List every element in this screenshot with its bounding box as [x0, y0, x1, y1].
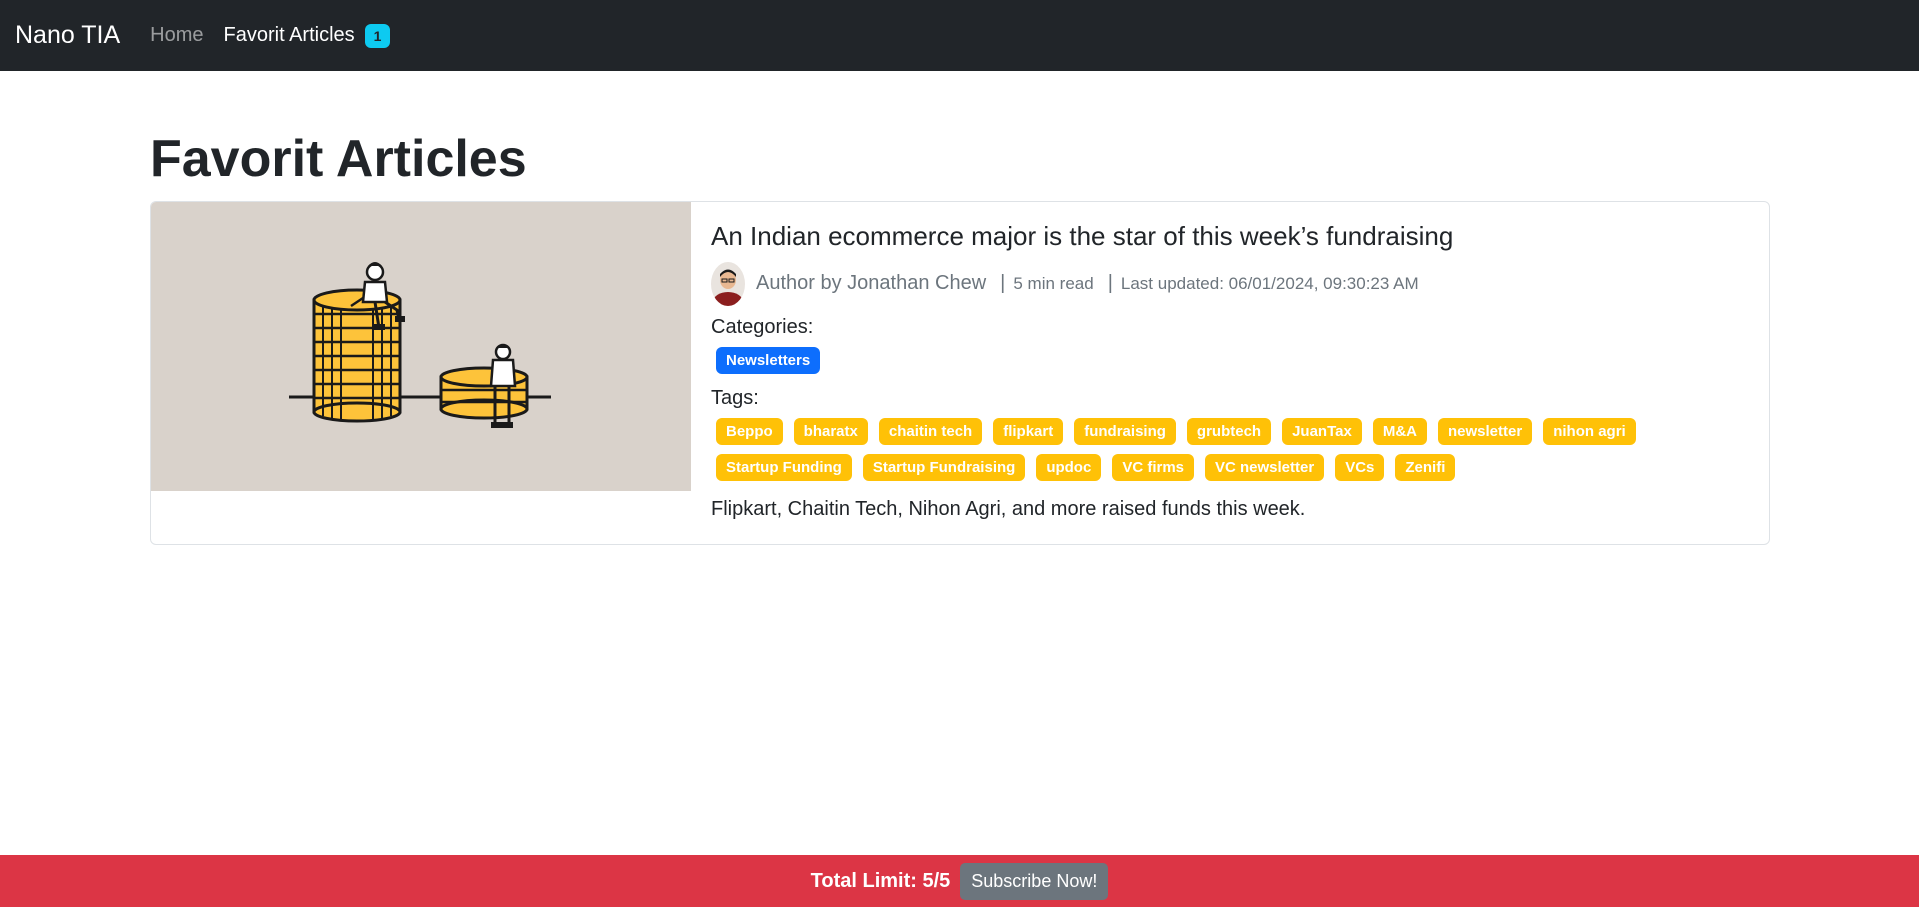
nav-link-favorit-articles[interactable]: Favorit Articles: [224, 24, 355, 47]
categories-list: Newsletters: [711, 344, 1751, 377]
tag-badge[interactable]: fundraising: [1074, 417, 1176, 445]
tag-badge[interactable]: updoc: [1036, 453, 1102, 481]
tags-list: Beppo bharatx chaitin tech flipkart fund…: [711, 415, 1651, 487]
tag-badge[interactable]: JuanTax: [1282, 417, 1362, 445]
brand-link[interactable]: Nano TIA: [15, 21, 120, 50]
article-thumbnail-image[interactable]: [151, 202, 691, 491]
tag-badge[interactable]: chaitin tech: [878, 417, 983, 445]
tag-badge[interactable]: newsletter: [1438, 417, 1533, 445]
tag-badge[interactable]: nihon agri: [1543, 417, 1636, 445]
total-limit-text: Total Limit: 5/5: [810, 869, 951, 892]
tag-badge[interactable]: bharatx: [793, 417, 868, 445]
tag-badge[interactable]: Beppo: [716, 417, 783, 445]
subscribe-button[interactable]: Subscribe Now!: [960, 862, 1109, 900]
limit-footer-bar: Total Limit: 5/5 Subscribe Now!: [0, 855, 1919, 907]
category-badge[interactable]: Newsletters: [716, 346, 821, 374]
meta-separator: |: [1000, 272, 1006, 295]
article-summary: Flipkart, Chaitin Tech, Nihon Agri, and …: [711, 498, 1306, 520]
favorites-count-badge: 1: [364, 23, 391, 48]
page-title: Favorit Articles: [150, 130, 527, 188]
article-meta: Author by Jonathan Chew | 5 min read | L…: [711, 261, 1751, 306]
article-title[interactable]: An Indian ecommerce major is the star of…: [711, 220, 1751, 254]
tag-badge[interactable]: VCs: [1335, 453, 1385, 481]
tag-badge[interactable]: VC newsletter: [1205, 453, 1325, 481]
tag-badge[interactable]: Startup Funding: [716, 453, 852, 481]
tag-badge[interactable]: Startup Fundraising: [862, 453, 1026, 481]
tag-badge[interactable]: Zenifi: [1395, 453, 1456, 481]
author-avatar: [711, 261, 745, 306]
tag-badge[interactable]: flipkart: [993, 417, 1064, 445]
top-navbar: Nano TIA Home Favorit Articles 1: [0, 0, 1919, 71]
article-card-body: An Indian ecommerce major is the star of…: [711, 220, 1751, 487]
tags-label: Tags:: [711, 386, 759, 409]
tag-badge[interactable]: VC firms: [1112, 453, 1194, 481]
author-name: Author by Jonathan Chew: [756, 272, 987, 295]
categories-label: Categories:: [711, 315, 814, 338]
nav-link-home[interactable]: Home: [150, 24, 203, 47]
last-updated: Last updated: 06/01/2024, 09:30:23 AM: [1120, 273, 1419, 293]
tag-badge[interactable]: grubtech: [1186, 417, 1272, 445]
read-time: 5 min read: [1013, 273, 1094, 293]
article-card: An Indian ecommerce major is the star of…: [150, 201, 1770, 545]
tag-badge[interactable]: M&A: [1372, 417, 1427, 445]
meta-separator: |: [1107, 272, 1113, 295]
